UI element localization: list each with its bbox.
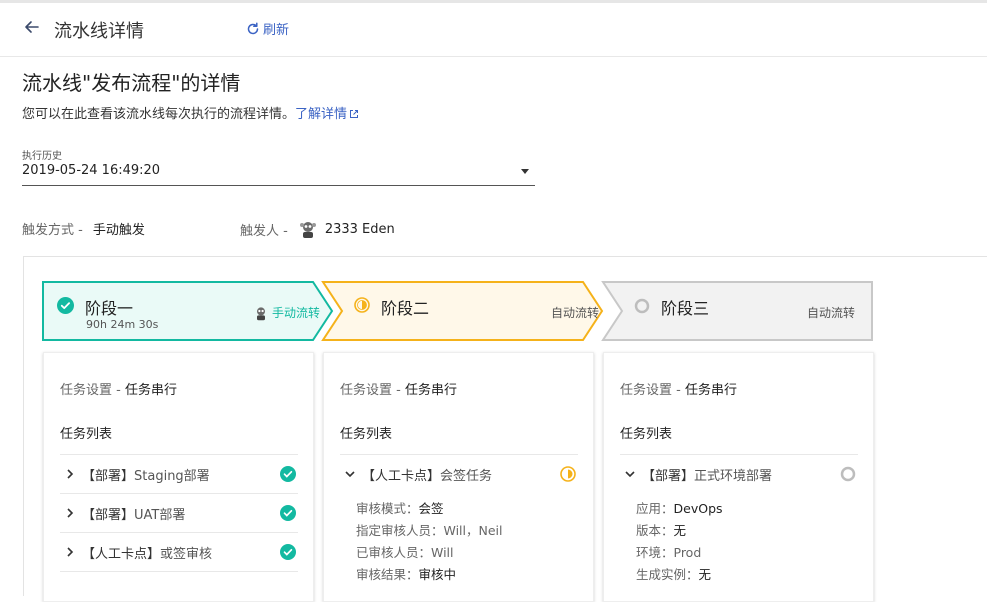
detail-key: 审核模式：: [356, 501, 419, 516]
triggerer-value: 2333 Eden: [324, 221, 395, 237]
stage-flow: [42, 281, 873, 341]
stage-3-name: 阶段三: [661, 299, 710, 318]
description-text: 您可以在此查看该流水线每次执行的流程详情。: [22, 107, 296, 122]
detail-key: 版本：: [636, 523, 674, 538]
stage-2-name: 阶段二: [381, 299, 430, 318]
stage-3-transfer: 自动流转: [807, 306, 856, 320]
external-link-icon: [350, 110, 359, 118]
detail-review-result: 审核结果：审核中: [356, 564, 456, 583]
success-check-icon: [57, 297, 74, 314]
header-title: 流水线详情: [54, 21, 144, 42]
task-setting: 任务设置 - 任务串行: [620, 379, 737, 398]
chevron-down-icon: [345, 471, 355, 478]
idle-status-icon: [840, 466, 856, 482]
task-list-title: 任务列表: [620, 427, 673, 442]
task-item-approval[interactable]: 【人工卡点】 或签审核: [60, 533, 298, 571]
stage-1-card: 任务设置 - 任务串行 任务列表 【部署】 Staging部署 【部署】 UAT部署…: [43, 352, 314, 602]
user-avatar-icon: [299, 222, 316, 238]
detail-value: 无: [673, 523, 687, 538]
trigger-type-label: 触发方式 -: [22, 223, 83, 238]
task-name: 会签任务: [440, 468, 493, 484]
page-title: 流水线"发布流程"的详情: [22, 71, 241, 95]
divider: [60, 571, 298, 572]
task-setting-label: 任务设置 -: [60, 383, 121, 398]
chevron-right-icon: [67, 508, 74, 518]
stage-1-transfer: 手动流转: [253, 304, 320, 321]
detail-instance: 生成实例：无: [636, 564, 711, 583]
history-selected-value: 2019-05-24 16:49:20: [22, 163, 161, 178]
stage-1-duration: 90h 24m 30s: [86, 318, 159, 331]
task-name: Staging部署: [134, 468, 210, 484]
detail-key: 指定审核人员：Will，Neil: [356, 523, 503, 538]
detail-version: 版本：无: [636, 520, 686, 539]
task-item-countersign[interactable]: 【人工卡点】 会签任务: [340, 455, 578, 493]
task-setting-label: 任务设置 -: [620, 383, 681, 398]
task-setting-value: 任务串行: [404, 383, 457, 398]
detail-key: 应用：: [636, 501, 674, 516]
task-setting: 任务设置 - 任务串行: [60, 379, 177, 398]
trigger-type: 触发方式 - 手动触发: [22, 219, 145, 238]
in-progress-icon: [560, 466, 576, 482]
task-item-staging[interactable]: 【部署】 Staging部署: [60, 455, 298, 493]
task-name: 正式环境部署: [694, 468, 773, 484]
task-name: 或签审核: [160, 546, 213, 562]
stage-2-transfer: 自动流转: [551, 306, 600, 320]
detail-assigned-reviewers: 指定审核人员：Will，Neil: [356, 520, 503, 539]
task-tag: 【人工卡点】: [82, 546, 161, 562]
detail-value: DevOps: [673, 501, 723, 516]
triggerer: 触发人 - 2333 Eden: [240, 219, 395, 239]
detail-key: 环境：Prod: [636, 545, 702, 560]
user-avatar-icon: [257, 306, 265, 320]
stage-1-name: 阶段一: [85, 299, 134, 318]
idle-status-icon: [634, 298, 650, 314]
page-description: 您可以在此查看该流水线每次执行的流程详情。了解详情: [22, 103, 359, 122]
detail-key: 生成实例：: [636, 567, 699, 582]
task-name: UAT部署: [134, 507, 186, 523]
detail-key: 审核结果：: [356, 567, 419, 582]
success-check-icon: [280, 505, 296, 521]
in-progress-icon: [354, 297, 370, 313]
learn-more-link[interactable]: 了解详情: [295, 107, 359, 122]
detail-key: 已审核人员：Will: [356, 545, 454, 560]
task-setting-label: 任务设置 -: [340, 383, 401, 398]
task-tag: 【人工卡点】: [362, 468, 441, 484]
triggerer-label: 触发人 -: [240, 223, 288, 239]
success-check-icon: [280, 544, 296, 560]
stage-1-transfer-label: 手动流转: [272, 306, 321, 320]
task-tag: 【部署】: [82, 507, 135, 523]
task-list-title: 任务列表: [340, 427, 393, 442]
task-item-uat[interactable]: 【部署】 UAT部署: [60, 494, 298, 532]
detail-value: 审核中: [418, 567, 457, 582]
task-list-title: 任务列表: [60, 427, 113, 442]
detail-reviewed-by: 已审核人员：Will: [356, 542, 454, 561]
task-setting-value: 任务串行: [124, 383, 177, 398]
detail-value: 会签: [418, 501, 444, 516]
task-tag: 【部署】: [82, 468, 135, 484]
history-select[interactable]: 2019-05-24 16:49:20: [22, 163, 535, 186]
learn-more-label: 了解详情: [295, 107, 348, 122]
chevron-right-icon: [67, 469, 74, 479]
task-item-prod-deploy[interactable]: 【部署】 正式环境部署: [620, 455, 858, 493]
chevron-down-icon: [625, 471, 635, 478]
task-setting: 任务设置 - 任务串行: [340, 379, 457, 398]
detail-application: 应用：DevOps: [636, 498, 723, 517]
task-setting-value: 任务串行: [684, 383, 737, 398]
stage-3-card: 任务设置 - 任务串行 任务列表 【部署】 正式环境部署 应用：DevOps 版本…: [603, 352, 874, 602]
success-check-icon: [280, 466, 296, 482]
chevron-right-icon: [67, 547, 74, 557]
detail-value: 无: [698, 567, 712, 582]
refresh-icon: [247, 21, 259, 34]
back-arrow-icon[interactable]: [22, 17, 42, 37]
task-tag: 【部署】: [642, 468, 695, 484]
detail-review-mode: 审核模式：会签: [356, 498, 444, 517]
header-bar: 流水线详情 刷新: [0, 3, 987, 57]
trigger-type-value: 手动触发: [92, 223, 145, 238]
refresh-button[interactable]: 刷新: [246, 19, 289, 38]
history-label: 执行历史: [22, 151, 62, 162]
dropdown-caret-icon: [521, 169, 529, 174]
stage-2-card: 任务设置 - 任务串行 任务列表 【人工卡点】 会签任务 审核模式：会签 指定审核…: [323, 352, 594, 602]
detail-environment: 环境：Prod: [636, 542, 701, 561]
refresh-label: 刷新: [263, 23, 290, 38]
